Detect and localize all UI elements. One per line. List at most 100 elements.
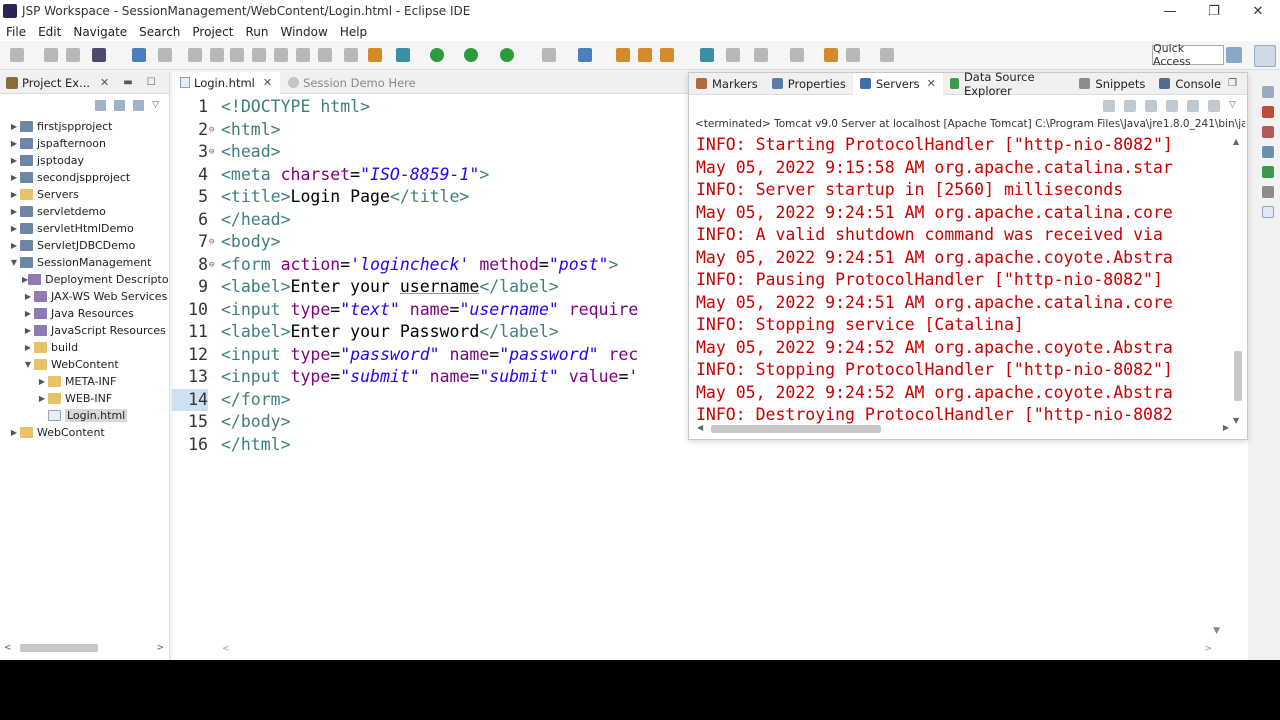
console-output[interactable]: INFO: Starting ProtocolHandler ["http-ni… [689, 134, 1231, 424]
tree-item[interactable]: ▶ ServletJDBCDemo [0, 237, 168, 254]
scroll-down-icon[interactable]: ▼ [1233, 416, 1239, 425]
disconnect-icon[interactable] [252, 48, 266, 62]
code-line[interactable]: 8 ⊖ <form action='logincheck' method="post… [172, 254, 692, 277]
menu-window[interactable]: Window [274, 25, 333, 39]
start-server-icon[interactable] [1145, 100, 1157, 112]
minimize-view-icon[interactable]: ▬ [123, 77, 132, 88]
scroll-thumb[interactable] [1234, 351, 1242, 401]
tree-item[interactable]: ▶ WEB-INF [0, 390, 168, 407]
restore-view-icon[interactable]: ❐ [1228, 78, 1237, 89]
tree-item[interactable]: Login.html [0, 407, 168, 424]
fold-toggle-icon[interactable]: ⊖ [209, 141, 214, 164]
close-icon[interactable]: ✕ [263, 76, 272, 89]
close-icon[interactable]: ✕ [100, 76, 109, 89]
menu-project[interactable]: Project [186, 25, 239, 39]
external-tools-icon[interactable] [500, 48, 514, 62]
data-source-icon[interactable] [1262, 166, 1274, 178]
collapse-all-icon[interactable] [95, 99, 107, 111]
properties-icon[interactable] [1262, 126, 1274, 138]
code-line[interactable]: 2 ⊖ <html> [172, 119, 692, 142]
tree-item[interactable]: ▼ WebContent [0, 356, 168, 373]
code-line[interactable]: 16 </html> [172, 434, 692, 457]
close-icon[interactable]: ✕ [927, 77, 936, 90]
last-edit-icon[interactable] [824, 48, 838, 62]
tree-item[interactable]: ▶ build [0, 339, 168, 356]
tab-project-explorer[interactable]: Project Ex... ✕ [0, 76, 109, 90]
publish-icon[interactable] [1208, 100, 1220, 112]
maximize-view-icon[interactable]: ☐ [147, 77, 156, 88]
chevron-right-icon[interactable]: ▶ [36, 394, 48, 403]
servers-icon[interactable] [1262, 146, 1274, 158]
annotation-icon[interactable] [726, 48, 740, 62]
scroll-right-icon[interactable]: ▶ [1223, 423, 1229, 432]
chevron-right-icon[interactable]: ▶ [8, 156, 20, 165]
menu-edit[interactable]: Edit [32, 25, 67, 39]
tree-item[interactable]: ▶ JAX-WS Web Services [0, 288, 168, 305]
menu-run[interactable]: Run [239, 25, 274, 39]
tab-markers[interactable]: Markers [689, 73, 765, 95]
tab-props[interactable]: Properties [765, 73, 853, 95]
java-ee-perspective-icon[interactable] [1254, 45, 1276, 67]
menu-help[interactable]: Help [334, 25, 373, 39]
code-line[interactable]: 15 </body> [172, 411, 692, 434]
step-into-icon[interactable] [274, 48, 288, 62]
tree-item[interactable]: ▶ secondjspproject [0, 169, 168, 186]
link-with-editor-icon[interactable] [114, 99, 126, 111]
code-line[interactable]: 13 <input type="submit" name="submit" val… [172, 366, 692, 389]
scroll-thumb[interactable] [711, 425, 881, 433]
forward-icon[interactable] [880, 48, 894, 62]
chevron-right-icon[interactable]: ▶ [8, 207, 20, 216]
chevron-right-icon[interactable]: ▶ [8, 190, 20, 199]
chevron-right-icon[interactable]: ▶ [8, 173, 20, 182]
debug-icon[interactable] [396, 48, 410, 62]
tab-ds[interactable]: Data Source Explorer [943, 70, 1073, 98]
step-over-icon[interactable] [296, 48, 310, 62]
quick-access-field[interactable]: Quick Access [1152, 42, 1224, 68]
step-return-icon[interactable] [318, 48, 332, 62]
code-line[interactable]: 4 <meta charset="ISO-8859-1"> [172, 164, 692, 187]
tree-item[interactable]: ▶ servletHtmlDemo [0, 220, 168, 237]
scroll-left-icon[interactable]: ◀ [697, 423, 703, 432]
tree-item[interactable]: ▼ SessionManagement [0, 254, 168, 271]
console-icon[interactable] [1262, 206, 1274, 218]
tree-item[interactable]: ▶ servletdemo [0, 203, 168, 220]
scroll-thumb[interactable] [20, 644, 98, 652]
markers-icon[interactable] [1262, 106, 1274, 118]
menu-search[interactable]: Search [133, 25, 186, 39]
new-web-icon[interactable] [578, 48, 592, 62]
scroll-left-icon[interactable]: < [4, 643, 12, 653]
scroll-right-icon[interactable]: > [1204, 644, 1212, 654]
terminate-icon[interactable] [230, 48, 244, 62]
tree-item[interactable]: ▶ META-INF [0, 373, 168, 390]
code-line[interactable]: 7 ⊖ <body> [172, 231, 692, 254]
view-menu-icon[interactable]: ▽ [152, 100, 159, 110]
tree-item[interactable]: ▶ firstjspproject [0, 118, 168, 135]
globe-icon[interactable] [700, 48, 714, 62]
profile-server-icon[interactable] [1166, 100, 1178, 112]
code-line[interactable]: 6 </head> [172, 209, 692, 232]
scroll-right-icon[interactable]: > [156, 643, 164, 653]
fold-toggle-icon[interactable]: ⊖ [209, 119, 214, 142]
scroll-up-icon[interactable]: ▲ [1233, 137, 1239, 146]
search-icon[interactable] [660, 48, 674, 62]
console-hscroll[interactable]: ◀ ▶ [697, 423, 1229, 435]
stop-server-icon[interactable] [1187, 100, 1199, 112]
code-editor[interactable]: 1 <!DOCTYPE html> 2 ⊖ <html> 3 ⊖ <head> 4 <meta c… [172, 96, 692, 456]
tab-session-demo[interactable]: Session Demo Here [280, 72, 424, 94]
tab-login-html[interactable]: Login.html ✕ [172, 71, 281, 94]
back-icon[interactable] [846, 48, 860, 62]
save-icon[interactable] [44, 48, 58, 62]
code-line[interactable]: 12 <input type="password" name="password"… [172, 344, 692, 367]
tree-item[interactable]: ▶ Deployment Descripto [0, 271, 169, 288]
editor-hscroll[interactable]: < > [222, 644, 1212, 654]
view-menu-icon[interactable]: ▽ [1229, 100, 1237, 112]
chevron-right-icon[interactable]: ▶ [8, 224, 20, 233]
run-coverage-icon[interactable] [464, 48, 478, 62]
chevron-right-icon[interactable]: ▶ [22, 343, 34, 352]
skip-breakpoints-icon[interactable] [158, 48, 172, 62]
tree-item[interactable]: ▶ Servers [0, 186, 168, 203]
suspend-icon[interactable] [210, 48, 224, 62]
tree-item[interactable]: ▶ WebContent [0, 424, 168, 441]
build-icon[interactable] [368, 48, 382, 62]
toggle-icon[interactable] [344, 48, 358, 62]
